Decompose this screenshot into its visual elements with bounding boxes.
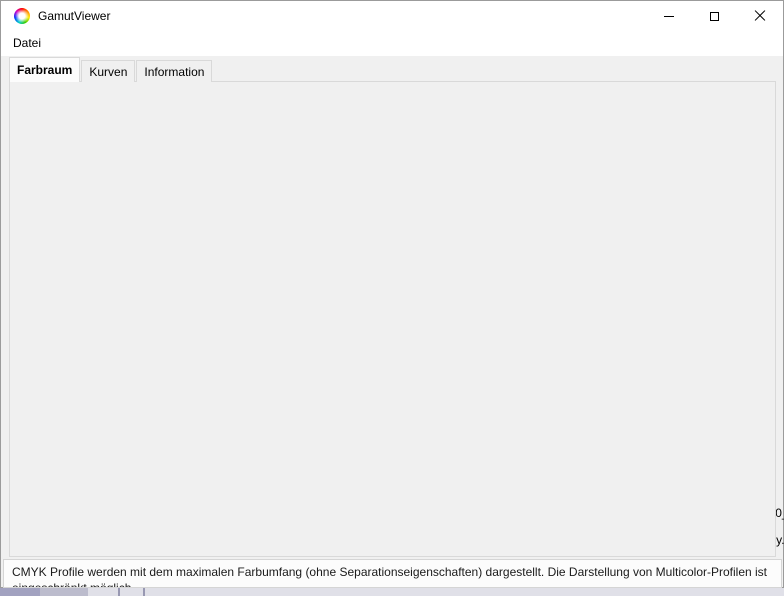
tab-information[interactable]: Information xyxy=(136,60,212,82)
close-button[interactable] xyxy=(737,1,782,31)
status-text-line1: CMYK Profile werden mit dem maximalen Fa… xyxy=(12,565,767,579)
title-bar: GamutViewer xyxy=(1,1,783,31)
strip-mark xyxy=(118,588,120,596)
menu-item-datei[interactable]: Datei xyxy=(8,34,46,52)
tab-farbraum[interactable]: Farbraum xyxy=(9,57,80,82)
strip-segment xyxy=(0,588,40,596)
tab-strip: Farbraum Kurven Information xyxy=(9,58,213,82)
status-text-line2: eingeschränkt möglich. xyxy=(12,581,135,588)
app-window: GamutViewer Datei Farbraum Kurven Inform… xyxy=(0,0,784,588)
strip-mark xyxy=(143,588,145,596)
minimize-icon xyxy=(664,16,674,17)
maximize-icon xyxy=(710,12,719,21)
minimize-button[interactable] xyxy=(646,1,691,31)
background-window-strip xyxy=(0,588,784,596)
tab-kurven[interactable]: Kurven xyxy=(81,60,135,82)
close-icon xyxy=(754,10,766,22)
tab-page-farbraum xyxy=(9,81,776,557)
window-title: GamutViewer xyxy=(38,9,110,23)
menu-bar: Datei xyxy=(1,31,783,56)
strip-segment xyxy=(40,588,88,596)
maximize-button[interactable] xyxy=(692,1,737,31)
color-wheel-icon xyxy=(14,8,30,24)
status-message-box: CMYK Profile werden mit dem maximalen Fa… xyxy=(3,559,782,588)
